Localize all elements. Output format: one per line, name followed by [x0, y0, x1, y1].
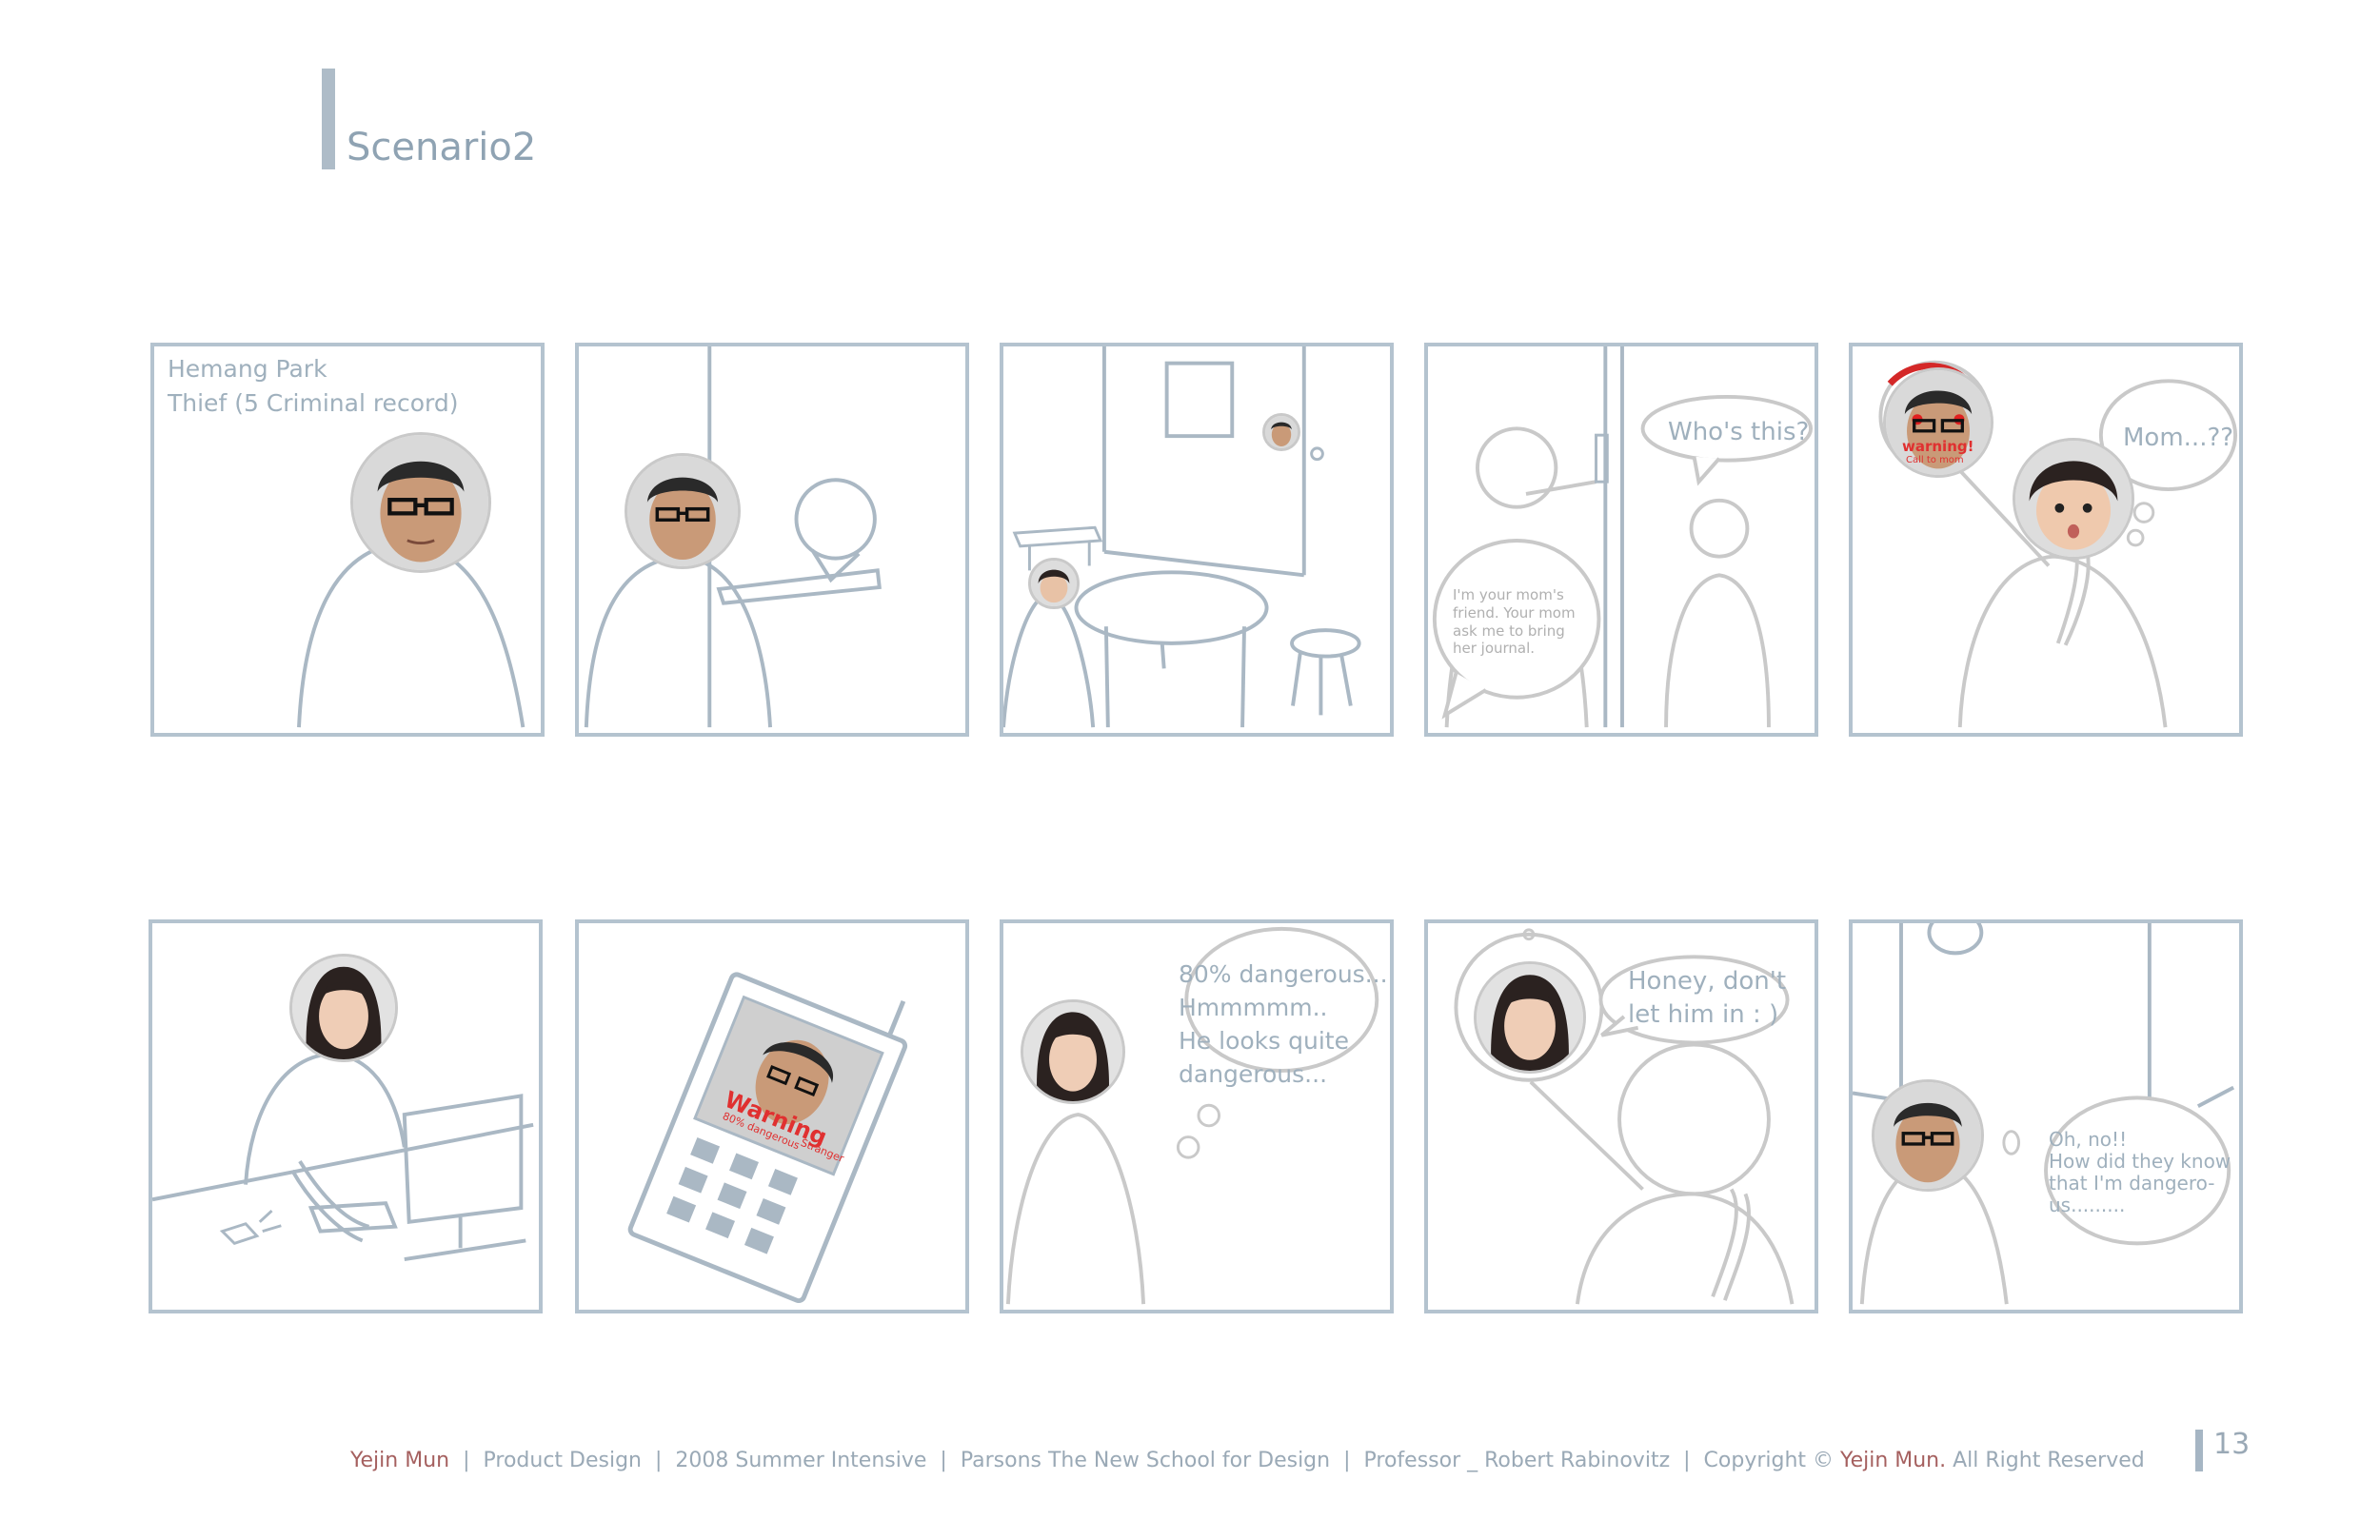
- footer-rights: All Right Reserved: [1953, 1449, 2145, 1472]
- page-number: 13: [2213, 1428, 2251, 1461]
- footer-program: 2008 Summer Intensive: [675, 1449, 927, 1472]
- child-face-photo: [1028, 558, 1080, 609]
- footer-credits: Yejin Mun | Product Design | 2008 Summer Int…: [350, 1449, 2145, 1472]
- mom-face-photo: [289, 954, 398, 1062]
- panel-8: 80% dangerous... Hmmmmm.. He looks quite…: [1000, 919, 1394, 1313]
- mom-face-photo: [1021, 999, 1125, 1104]
- panel-3: [1000, 343, 1394, 737]
- footer-separator: |: [940, 1449, 947, 1472]
- room-interior-illustration: [1003, 346, 1361, 728]
- footer-copyright-name: Yejin Mun.: [1840, 1449, 1947, 1472]
- thief-face-doorbell-screen: [1262, 413, 1300, 451]
- footer-copyright: Copyright ©: [1703, 1449, 1835, 1472]
- door-conversation-illustration: [1432, 346, 1814, 728]
- child-face-photo: [2013, 438, 2134, 560]
- footer-author: Yejin Mun: [350, 1449, 450, 1472]
- footer-separator: |: [1343, 1449, 1351, 1472]
- warning-label: warning!: [1902, 438, 1974, 455]
- mom-face-photo: [1474, 961, 1586, 1074]
- thought-bubble-mom: 80% dangerous... Hmmmmm.. He looks quite…: [1179, 960, 1388, 1088]
- warning-sublabel: Call to mom: [1906, 455, 1964, 465]
- speech-bubble-child: Mom...??: [2123, 424, 2234, 452]
- panel-1: Hemang Park Thief (5 Criminal record): [150, 343, 545, 737]
- panel-5: warning! Call to mom Mom...??: [1849, 343, 2243, 737]
- thief-face-photo: [1872, 1079, 1984, 1192]
- footer-professor-label: Professor _: [1363, 1449, 1478, 1472]
- thief-face-photo: [350, 432, 491, 573]
- speech-bubble-thief: I'm your mom's friend. Your mom ask me t…: [1453, 586, 1576, 658]
- panel-4: Who's this? I'm your mom's friend. Your …: [1424, 343, 1818, 737]
- footer-separator: |: [1683, 1449, 1691, 1472]
- speech-bubble-mom: Honey, don't let him in : ): [1628, 967, 1787, 1030]
- character-record: Thief (5 Criminal record): [168, 389, 459, 417]
- footer-separator: |: [655, 1449, 663, 1472]
- footer-school: Parsons The New School for Design: [960, 1449, 1331, 1472]
- thief-face-photo: [625, 453, 741, 569]
- panel-6: [149, 919, 543, 1313]
- title-accent-bar: [322, 69, 335, 169]
- footer-department: Product Design: [483, 1449, 642, 1472]
- panel-10: Oh, no!! How did they know that I'm dang…: [1849, 919, 2243, 1313]
- panel-9: Honey, don't let him in : ): [1424, 919, 1818, 1313]
- footer-professor-name: Robert Rabinovitz: [1484, 1449, 1671, 1472]
- speech-bubble-thief: Oh, no!! How did they know that I'm dang…: [2049, 1128, 2231, 1216]
- panel-2: [575, 343, 969, 737]
- character-name: Hemang Park: [168, 355, 327, 383]
- page-number-bar: [2195, 1430, 2203, 1471]
- speech-bubble-child: Who's this?: [1668, 418, 1810, 446]
- storyboard-page: Scenario2 Hemang Park Thief (5 Criminal …: [0, 0, 2380, 1540]
- footer-separator: |: [463, 1449, 470, 1472]
- page-title: Scenario2: [347, 126, 537, 169]
- panel-7: Warning 80% dangerous Stranger: [575, 919, 969, 1313]
